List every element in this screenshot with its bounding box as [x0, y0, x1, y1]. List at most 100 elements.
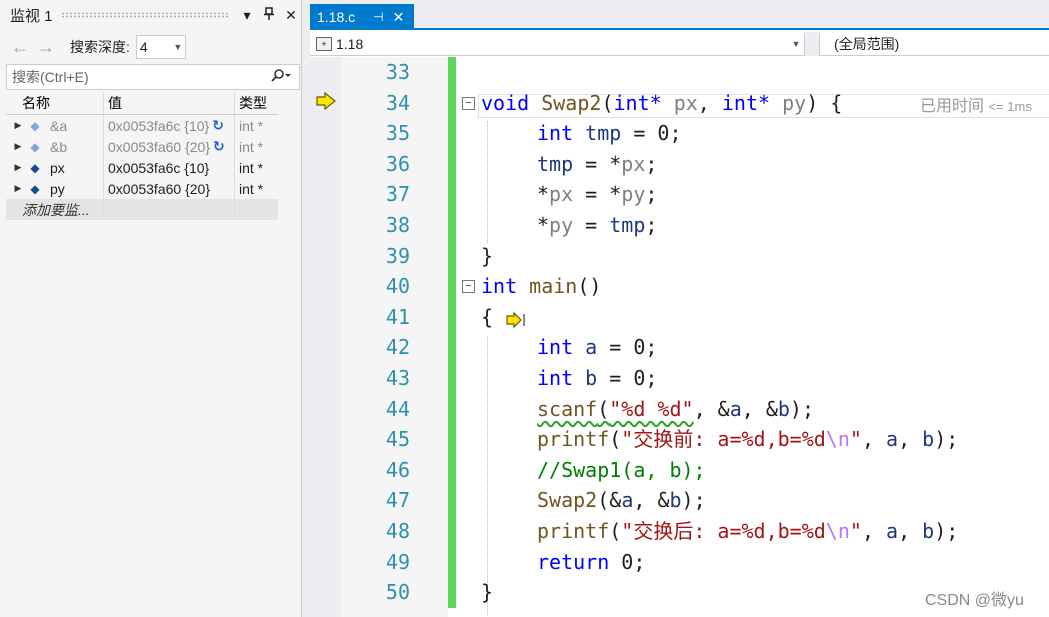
expand-icon[interactable]: ▶	[10, 162, 26, 173]
search-icon[interactable]	[263, 68, 299, 86]
search-placeholder: 搜索(Ctrl+E)	[12, 69, 89, 85]
search-depth-value: 4	[139, 39, 148, 55]
run-to-click-icon[interactable]	[505, 308, 527, 329]
pin-icon[interactable]: ⊣	[373, 10, 383, 24]
code-area[interactable]: 33 34 − void Swap2(int* px, int* py) { 已…	[310, 57, 1049, 617]
back-arrow-icon[interactable]: ←	[8, 37, 32, 58]
code-text: int main()	[481, 274, 602, 299]
watch-panel: 监视 1 ▾ ✕ ← → 搜索深度: 4 ▼ 搜索(Ctrl+E) 名称 值 类…	[0, 0, 302, 617]
line-number: 41	[385, 304, 410, 329]
code-text: *px = *py;	[537, 182, 658, 207]
close-icon[interactable]: ✕	[280, 7, 302, 24]
watch-type: int *	[239, 117, 264, 134]
table-header: 名称 值 类型	[6, 92, 278, 115]
line-number: 36	[385, 151, 410, 176]
watch-value: 0x0053fa6c {10}	[108, 117, 210, 134]
line-number: 44	[385, 396, 410, 421]
table-row[interactable]: ▶ ◆ &a 0x0053fa6c {10} ↻ int *	[6, 115, 278, 136]
refresh-icon[interactable]: ↻	[212, 117, 224, 134]
column-header-name[interactable]: 名称	[6, 92, 104, 114]
table-row[interactable]: ▶ ◆ py 0x0053fa60 {20} int *	[6, 178, 278, 199]
visual-studio-window: 监视 1 ▾ ✕ ← → 搜索深度: 4 ▼ 搜索(Ctrl+E) 名称 值 类…	[0, 0, 1049, 617]
panel-drag-grip[interactable]	[60, 12, 228, 18]
table-row[interactable]: ▶ ◆ px 0x0053fa6c {10} int *	[6, 157, 278, 178]
line-number: 34	[385, 90, 410, 115]
column-header-type[interactable]: 类型	[235, 93, 278, 113]
expand-icon[interactable]: ▶	[10, 183, 26, 194]
code-text: {	[481, 302, 527, 332]
watermark: CSDN @微yu	[925, 592, 1024, 609]
elapsed-time-hint: 已用时间 <= 1ms	[920, 98, 1032, 115]
watch-toolbar: ← → 搜索深度: 4 ▼	[0, 33, 302, 61]
code-text: *py = tmp;	[537, 213, 658, 237]
watch-name: &b	[50, 138, 68, 155]
code-text: }	[481, 580, 494, 605]
line-number: 48	[385, 519, 410, 543]
code-line: 45 printf("交换前: a=%d,b=%d\n", a, b);	[310, 424, 1049, 455]
expand-icon[interactable]: ▶	[10, 141, 26, 152]
chevron-down-icon: ▼	[173, 42, 183, 52]
expand-icon[interactable]: ▶	[10, 120, 26, 131]
line-number: 38	[385, 213, 410, 237]
line-number: 49	[385, 549, 410, 574]
watch-value: 0x0053fa6c {10}	[108, 159, 210, 176]
watch-name: &a	[50, 117, 68, 134]
line-number: 42	[385, 335, 410, 360]
code-text: }	[481, 243, 494, 268]
variable-icon: ◆	[30, 181, 40, 196]
tab-1-18-c[interactable]: 1.18.c ⊣ ✕	[310, 4, 414, 30]
add-watch-label: 添加要监...	[6, 199, 104, 220]
pin-icon[interactable]	[258, 6, 280, 24]
code-text: int b = 0;	[537, 366, 658, 390]
line-number: 40	[385, 274, 410, 299]
scope-dropdown[interactable]: (全局范围)	[819, 32, 1049, 55]
code-text: printf("交换后: a=%d,b=%d\n", a, b);	[537, 519, 959, 543]
close-icon[interactable]: ✕	[393, 9, 405, 26]
line-number: 35	[385, 121, 410, 146]
code-text: Swap2(&a, &b);	[537, 488, 706, 513]
search-depth-select[interactable]: 4 ▼	[135, 35, 186, 59]
collapse-icon[interactable]: −	[462, 280, 475, 294]
variable-icon: ◆	[30, 118, 40, 133]
project-dropdown-value: 1.18	[336, 35, 364, 52]
project-icon: +	[316, 36, 332, 51]
code-text: int a = 0;	[537, 335, 658, 360]
watch-type: int *	[239, 138, 264, 155]
document-tab-bar: 1.18.c ⊣ ✕	[310, 0, 1049, 30]
add-watch-row[interactable]: 添加要监...	[6, 199, 278, 220]
line-number: 43	[385, 366, 410, 390]
collapse-icon[interactable]: −	[462, 96, 475, 110]
watch-name: px	[50, 159, 65, 176]
code-text: int tmp = 0;	[537, 121, 682, 146]
line-number: 46	[385, 457, 410, 482]
variable-icon: ◆	[30, 139, 40, 154]
code-line: 43 int b = 0;	[310, 363, 1049, 394]
code-line: 33	[310, 57, 1049, 88]
project-dropdown[interactable]: + 1.18 ▼	[310, 32, 805, 55]
watch-search-input[interactable]: 搜索(Ctrl+E)	[6, 64, 300, 90]
code-editor: 1.18.c ⊣ ✕ + 1.18 ▼ (全局范围) 33 34 − void …	[310, 0, 1049, 617]
search-depth-label: 搜索深度:	[70, 39, 130, 55]
forward-arrow-icon[interactable]: →	[34, 37, 58, 58]
code-line: 47 Swap2(&a, &b);	[310, 485, 1049, 516]
navigation-bar: + 1.18 ▼ (全局范围)	[310, 31, 1049, 56]
code-line: 48 printf("交换后: a=%d,b=%d\n", a, b);	[310, 516, 1049, 547]
column-header-value[interactable]: 值	[104, 92, 235, 114]
line-number: 39	[385, 243, 410, 268]
code-line: 41 {	[310, 302, 1049, 333]
scope-dropdown-value: (全局范围)	[834, 35, 900, 52]
line-number: 50	[385, 580, 410, 605]
watch-type: int *	[239, 180, 264, 197]
code-line: 39 }	[310, 241, 1049, 272]
variable-icon: ◆	[30, 160, 40, 175]
line-number: 45	[385, 427, 410, 452]
code-line: 38 *py = tmp;	[310, 210, 1049, 241]
dropdown-icon[interactable]: ▾	[236, 7, 258, 24]
code-text: tmp = *px;	[537, 151, 658, 176]
table-row[interactable]: ▶ ◆ &b 0x0053fa60 {20} ↻ int *	[6, 136, 278, 157]
code-line: 49 return 0;	[310, 547, 1049, 578]
code-text: return 0;	[537, 549, 646, 574]
refresh-icon[interactable]: ↻	[213, 138, 225, 155]
watch-name: py	[50, 180, 65, 197]
watch-type: int *	[239, 159, 264, 176]
